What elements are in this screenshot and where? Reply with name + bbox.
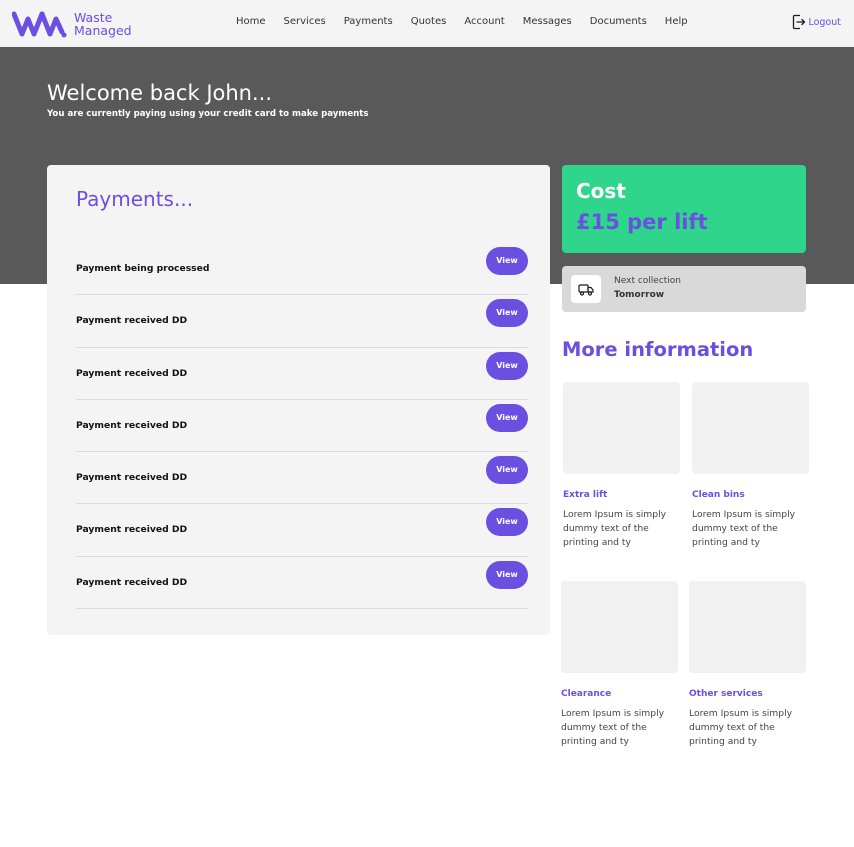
nav-item-account[interactable]: Account	[464, 16, 504, 27]
payments-title: Payments...	[76, 187, 194, 211]
payment-status-label: Payment received DD	[76, 472, 188, 484]
service-title: Extra lift	[563, 490, 608, 500]
brand-name-line2: Managed	[74, 23, 132, 38]
more-information-title: More information	[562, 338, 754, 361]
main-nav: Home Services Payments Quotes Account Me…	[236, 16, 706, 27]
list-item: Payment received DD View	[76, 452, 528, 505]
service-image-placeholder	[692, 382, 809, 474]
view-payment-button[interactable]: View	[486, 247, 528, 275]
waste-managed-logo[interactable]: Waste Managed	[12, 9, 132, 39]
service-image-placeholder	[563, 382, 680, 474]
payment-status-label: Payment received DD	[76, 576, 188, 588]
logo-mark-icon	[12, 11, 67, 38]
nav-item-services[interactable]: Services	[284, 16, 326, 27]
payment-status-label: Payment received DD	[76, 524, 188, 536]
service-image-placeholder	[561, 581, 678, 673]
service-title: Clean bins	[692, 490, 745, 500]
service-title: Other services	[689, 689, 763, 699]
brand-name: Waste Managed	[74, 11, 132, 37]
list-item: Payment being processed View	[76, 243, 528, 296]
list-item: Payment received DD View	[76, 400, 528, 453]
top-navigation-bar: Waste Managed Home Services Payments Quo…	[0, 0, 854, 47]
list-item: Payment received DD View	[76, 348, 528, 400]
service-description: Lorem Ipsum is simply dummy text of the …	[692, 509, 796, 548]
list-item: Payment received DD View	[76, 557, 528, 610]
logout-icon	[793, 14, 806, 30]
nav-item-messages[interactable]: Messages	[523, 16, 572, 27]
nav-item-payments[interactable]: Payments	[344, 16, 393, 27]
list-item: Payment received DD View	[76, 295, 528, 348]
view-payment-button[interactable]: View	[486, 456, 528, 485]
service-description: Lorem Ipsum is simply dummy text of the …	[563, 509, 667, 548]
cost-label: Cost	[576, 179, 626, 203]
service-card-clean-bins[interactable]: Clean bins Lorem Ipsum is simply dummy t…	[692, 382, 810, 550]
next-collection-card: Next collection Tomorrow	[562, 266, 806, 312]
view-payment-button[interactable]: View	[486, 403, 528, 432]
view-payment-button[interactable]: View	[486, 351, 528, 380]
payment-status-label: Payment being processed	[76, 263, 210, 274]
payment-status-label: Payment received DD	[76, 315, 188, 327]
view-payment-button[interactable]: View	[486, 560, 528, 589]
service-description: Lorem Ipsum is simply dummy text of the …	[689, 708, 793, 747]
next-collection-label: Next collection	[614, 276, 682, 286]
nav-item-help[interactable]: Help	[665, 16, 688, 27]
cost-card: Cost £15 per lift	[562, 165, 806, 253]
next-collection-value: Tomorrow	[614, 290, 665, 300]
service-image-placeholder	[689, 581, 806, 673]
service-card-other-services[interactable]: Other services Lorem Ipsum is simply dum…	[689, 581, 807, 749]
service-card-clearance[interactable]: Clearance Lorem Ipsum is simply dummy te…	[561, 581, 679, 749]
service-card-extra-lift[interactable]: Extra lift Lorem Ipsum is simply dummy t…	[563, 382, 681, 550]
welcome-title: Welcome back John...	[47, 81, 273, 105]
view-payment-button[interactable]: View	[486, 299, 528, 328]
list-item: Payment received DD View	[76, 504, 528, 557]
payments-panel: Payments... Payment being processed View…	[47, 165, 550, 635]
nav-item-documents[interactable]: Documents	[590, 16, 647, 27]
payment-status-label: Payment received DD	[76, 419, 188, 431]
nav-item-quotes[interactable]: Quotes	[411, 16, 447, 27]
logout-label: Logout	[808, 16, 841, 28]
service-description: Lorem Ipsum is simply dummy text of the …	[561, 708, 665, 747]
payments-list: Payment being processed View Payment rec…	[76, 243, 528, 610]
payment-status-label: Payment received DD	[76, 367, 188, 379]
service-title: Clearance	[561, 689, 612, 699]
truck-icon-container	[571, 275, 601, 303]
nav-item-home[interactable]: Home	[236, 16, 266, 27]
logout-button[interactable]: Logout	[792, 14, 841, 30]
payment-method-note: You are currently paying using your cred…	[47, 109, 369, 119]
cost-value: £15 per lift	[576, 210, 708, 234]
truck-icon	[578, 283, 594, 296]
view-payment-button[interactable]: View	[486, 508, 528, 537]
